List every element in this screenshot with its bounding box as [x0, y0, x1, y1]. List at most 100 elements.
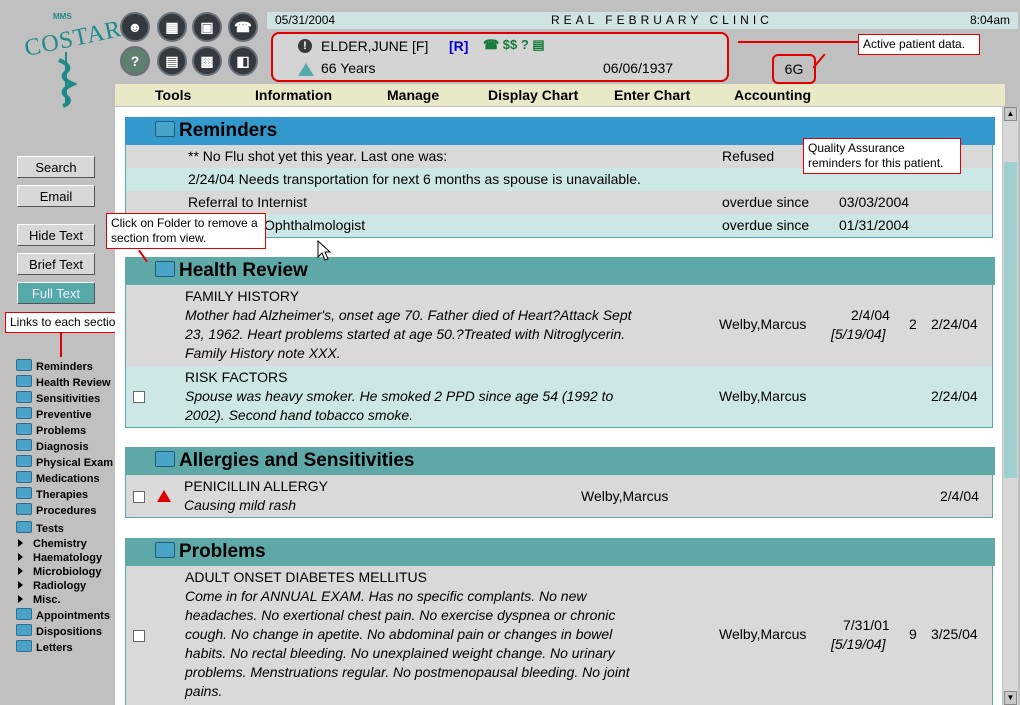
nav-therapies[interactable]: Therapies — [16, 487, 88, 502]
nav-diagnosis[interactable]: Diagnosis — [16, 439, 89, 454]
health-review-row[interactable]: FAMILY HISTORY Mother had Alzheimer's, o… — [125, 285, 993, 366]
scroll-up-arrow-icon[interactable]: ▲ — [1004, 107, 1017, 121]
nav-preventive[interactable]: Preventive — [16, 407, 92, 422]
nav-physical-exam[interactable]: Physical Exam — [16, 455, 113, 470]
full-text-button[interactable]: Full Text — [17, 282, 95, 304]
row-checkbox[interactable] — [133, 491, 145, 503]
nav-label: Procedures — [36, 505, 97, 517]
section-header-allergies: Allergies and Sensitivities — [125, 447, 995, 475]
nav-test-haematology[interactable]: Haematology — [18, 551, 102, 565]
alert-icon[interactable]: ! — [298, 39, 312, 53]
help-icon[interactable]: ? — [120, 46, 150, 76]
reminder-text: ** No Flu shot yet this year. Last one w… — [188, 148, 448, 164]
nav-letters[interactable]: Letters — [16, 640, 73, 655]
patient-dob: 06/06/1937 — [603, 60, 674, 76]
scroll-down-arrow-icon[interactable]: ▼ — [1004, 691, 1017, 705]
menu-information[interactable]: Information — [255, 87, 332, 103]
menu-enter-chart[interactable]: Enter Chart — [614, 87, 690, 103]
nav-test-chemistry[interactable]: Chemistry — [18, 537, 87, 551]
header-date: 05/31/2004 — [275, 13, 336, 27]
nav-label: Medications — [36, 473, 100, 485]
printer-icon[interactable]: ▩ — [192, 46, 222, 76]
triangle-right-icon — [18, 539, 23, 547]
nav-dispositions[interactable]: Dispositions — [16, 624, 102, 639]
mouse-cursor-icon — [317, 240, 331, 261]
nav-label: Physical Exam — [36, 457, 114, 469]
entry-title: PENICILLIN ALLERGY — [184, 478, 328, 494]
triangle-right-icon — [18, 553, 23, 561]
entry-text: habits. No rectal bleeding. No unexplain… — [185, 645, 615, 661]
nav-sensitivities[interactable]: Sensitivities — [16, 391, 100, 406]
nav-medications[interactable]: Medications — [16, 471, 100, 486]
entry-title: RISK FACTORS — [185, 369, 288, 385]
nav-label: Reminders — [36, 361, 93, 373]
nav-problems[interactable]: Problems — [16, 423, 86, 438]
health-review-row[interactable]: RISK FACTORS Spouse was heavy smoker. He… — [125, 366, 993, 428]
window-icon[interactable]: ▤ — [157, 46, 187, 76]
patient-r-flag[interactable]: [R] — [449, 38, 468, 54]
menu-display-chart[interactable]: Display Chart — [488, 87, 578, 103]
exit-door-icon[interactable]: ◧ — [228, 46, 258, 76]
save-disk-icon[interactable]: ▣ — [192, 12, 222, 42]
entry-provider: Welby,Marcus — [719, 388, 807, 404]
entry-text: cough. No change in apetite. No abdomina… — [185, 626, 613, 642]
nav-test-radiology[interactable]: Radiology — [18, 579, 86, 593]
menu-manage[interactable]: Manage — [387, 87, 439, 103]
phone-icon[interactable]: ☎ — [228, 12, 258, 42]
nav-health-review[interactable]: Health Review — [16, 375, 111, 390]
nav-label: Haematology — [33, 552, 103, 564]
nav-reminders[interactable]: Reminders — [16, 359, 93, 374]
entry-title: FAMILY HISTORY — [185, 288, 300, 304]
section-title: Health Review — [179, 260, 308, 281]
triangle-right-icon — [18, 567, 23, 575]
reminder-text: Referral to Internist — [188, 194, 308, 210]
folder-icon — [16, 487, 32, 499]
entry-provider: Welby,Marcus — [719, 626, 807, 642]
reminder-status: overdue since — [722, 194, 810, 210]
room-code: 6G — [772, 54, 816, 84]
menu-tools[interactable]: Tools — [155, 87, 191, 103]
nav-procedures[interactable]: Procedures — [16, 503, 97, 518]
patient-age: 66 Years — [321, 60, 376, 76]
search-button[interactable]: Search — [17, 156, 95, 178]
entry-date: 2/4/04 — [940, 488, 979, 504]
hide-text-button[interactable]: Hide Text — [17, 224, 95, 246]
entry-text: 2002). Second hand tobacco smoke. — [185, 407, 414, 423]
folder-icon — [16, 455, 32, 467]
entry-provider: Welby,Marcus — [581, 488, 669, 504]
entry-review-date: [5/19/04] — [831, 326, 886, 342]
folder-icon[interactable] — [155, 542, 175, 558]
nav-test-misc[interactable]: Misc. — [18, 593, 61, 607]
email-button[interactable]: Email — [17, 185, 95, 207]
folder-icon[interactable] — [155, 451, 175, 467]
nav-tests[interactable]: Tests — [16, 521, 64, 536]
nav-label: Microbiology — [33, 566, 102, 578]
nav-appointments[interactable]: Appointments — [16, 608, 110, 623]
menu-accounting[interactable]: Accounting — [734, 87, 811, 103]
active-patient-panel[interactable]: ! ELDER,JUNE [F] [R] ☎ $$ ? ▤ 66 Years 0… — [271, 32, 729, 82]
folder-icon — [16, 640, 32, 652]
folder-icon[interactable] — [155, 261, 175, 277]
row-checkbox[interactable] — [133, 630, 145, 642]
row-checkbox[interactable] — [133, 391, 145, 403]
nav-label: Sensitivities — [36, 393, 101, 405]
folder-icon — [16, 503, 32, 515]
calendar-icon[interactable]: ▦ — [157, 12, 187, 42]
scrollbar-thumb[interactable] — [1004, 162, 1017, 478]
problem-row[interactable]: ADULT ONSET DIABETES MELLITUS Come in fo… — [125, 566, 993, 705]
triangle-right-icon — [18, 581, 23, 589]
vertical-scrollbar[interactable]: ▲ ▼ — [1003, 107, 1018, 705]
reminder-row[interactable]: Referral to Internist overdue since 03/0… — [125, 191, 993, 214]
nav-label: Radiology — [33, 580, 87, 592]
entry-text: Causing mild rash — [184, 497, 297, 513]
folder-icon[interactable] — [155, 121, 175, 137]
allergy-row[interactable]: PENICILLIN ALLERGY Causing mild rash Wel… — [125, 475, 993, 518]
nav-label: Misc. — [33, 594, 61, 606]
folder-icon — [16, 359, 32, 371]
nav-test-microbiology[interactable]: Microbiology — [18, 565, 101, 579]
patient-flag-icons[interactable]: ☎ $$ ? ▤ — [483, 37, 545, 53]
folder-icon — [16, 521, 32, 533]
chart-content-panel[interactable]: Reminders ** No Flu shot yet this year. … — [115, 107, 1002, 705]
person-icon[interactable]: ☻ — [120, 12, 150, 42]
brief-text-button[interactable]: Brief Text — [17, 253, 95, 275]
